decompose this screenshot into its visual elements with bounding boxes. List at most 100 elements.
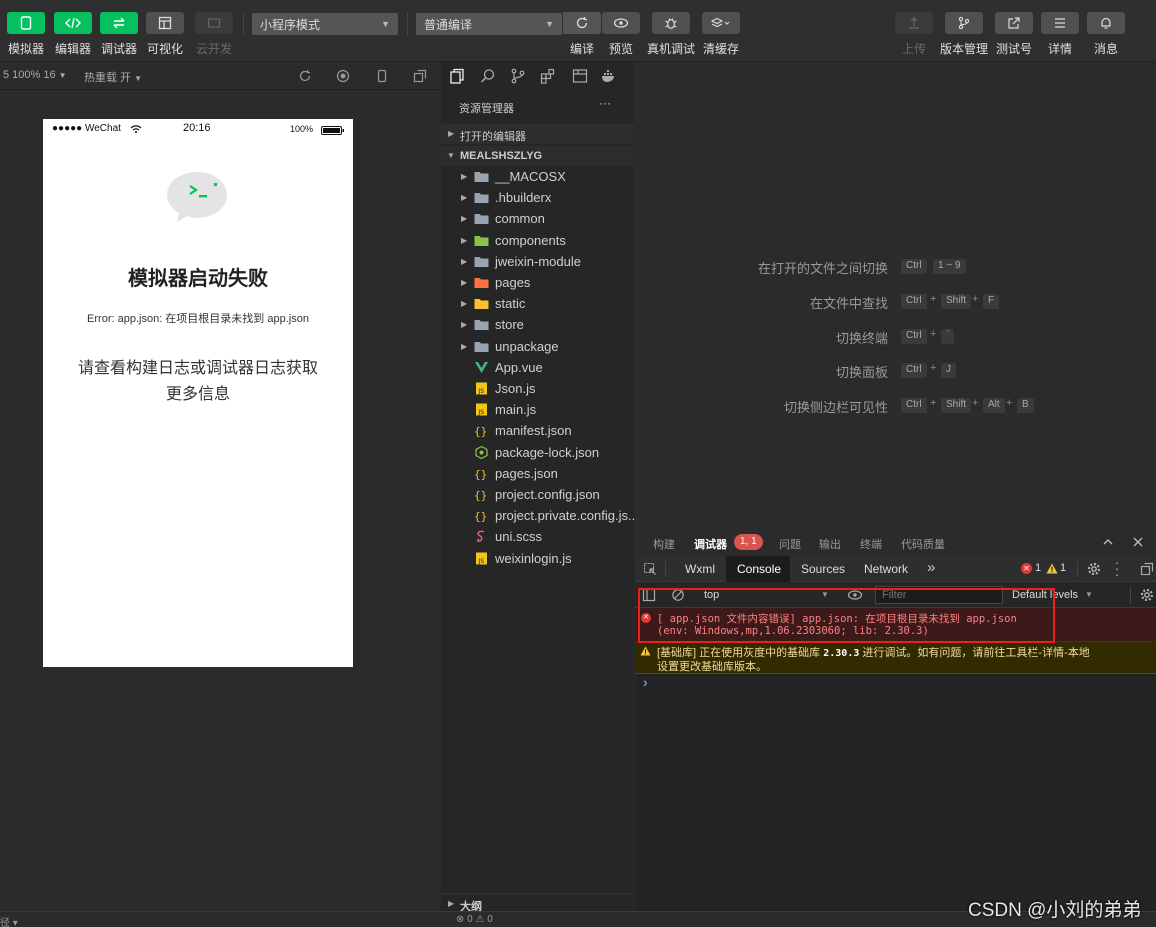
file-tree-item[interactable]: JS main.js xyxy=(441,399,634,420)
divider xyxy=(1077,561,1078,577)
docker-icon[interactable] xyxy=(601,68,617,84)
preview-button[interactable] xyxy=(602,12,640,34)
json-file-icon: {} xyxy=(474,468,487,480)
explorer-more-button[interactable]: ··· xyxy=(599,96,611,110)
eye-icon xyxy=(613,18,629,28)
warning-count[interactable]: 1 xyxy=(1060,562,1066,574)
file-tree-item[interactable]: ▶ unpackage xyxy=(441,336,634,357)
clear-cache-label: 清缓存 xyxy=(702,42,740,56)
problems-indicator[interactable]: ⊗ 0 ⚠ 0 xyxy=(456,914,493,925)
error-icon: ✕ xyxy=(1021,563,1032,574)
panel-tabs-bar: 构建 调试器 1, 1 问题 输出 终端 代码质量 xyxy=(635,528,1156,556)
tab-build[interactable]: 构建 xyxy=(653,536,675,552)
chevron-up-icon[interactable] xyxy=(1102,537,1114,547)
visual-toggle-button[interactable] xyxy=(146,12,184,34)
open-editors-section[interactable]: ▶ 打开的编辑器 xyxy=(441,124,634,144)
folder-icon xyxy=(474,299,489,310)
file-tree-item[interactable]: JS Json.js xyxy=(441,378,634,399)
tab-code-quality[interactable]: 代码质量 xyxy=(901,536,945,552)
console-prompt[interactable]: › xyxy=(643,674,648,690)
file-name: store xyxy=(495,317,524,333)
rotate-icon[interactable] xyxy=(298,69,312,83)
device-zoom-select[interactable]: 5 100% 16 ▼ xyxy=(3,69,67,81)
debug-arrows-icon xyxy=(113,17,125,29)
path-select[interactable]: 径 ▾ xyxy=(0,914,18,927)
battery-percent: 100% xyxy=(290,124,314,134)
file-tree-item[interactable]: ▶ common xyxy=(441,208,634,229)
file-tree-item[interactable]: package-lock.json xyxy=(441,442,634,463)
clear-cache-button[interactable] xyxy=(702,12,740,34)
dock-icon[interactable] xyxy=(1140,562,1154,576)
hot-reload-toggle[interactable]: 热重载 开 ▼ xyxy=(84,69,142,85)
tab-output[interactable]: 输出 xyxy=(819,536,841,552)
shortcut-key: B xyxy=(1017,398,1034,413)
file-tree-item[interactable]: ▶ store xyxy=(441,314,634,335)
more-tabs-button[interactable]: » xyxy=(927,559,935,576)
file-tree-item[interactable]: ▶ __MACOSX xyxy=(441,166,634,187)
source-control-icon[interactable] xyxy=(510,68,526,84)
project-section[interactable]: ▼ MEALSHSZLYG xyxy=(441,146,634,166)
upload-button[interactable] xyxy=(895,12,933,34)
simulator-toggle-button[interactable] xyxy=(7,12,45,34)
console-settings-icon[interactable] xyxy=(1140,588,1154,602)
test-account-button[interactable] xyxy=(995,12,1033,34)
plus-sign: + xyxy=(930,397,937,409)
tab-terminal[interactable]: 终端 xyxy=(860,536,882,552)
subtab-console-label: Console xyxy=(737,562,782,576)
warning-version: 2.30.3 xyxy=(823,648,860,659)
extensions-icon[interactable] xyxy=(540,68,556,84)
shortcut-key: Ctrl xyxy=(901,363,927,378)
debugger-toggle-button[interactable] xyxy=(100,12,138,34)
file-tree-item[interactable]: {} pages.json xyxy=(441,463,634,484)
cloud-dev-button[interactable] xyxy=(195,12,233,34)
file-tree-item[interactable]: JS weixinlogin.js xyxy=(441,548,634,569)
kebab-menu-icon[interactable]: · · · xyxy=(1114,556,1120,581)
error-count[interactable]: 1 xyxy=(1035,562,1041,574)
search-icon[interactable] xyxy=(480,68,496,84)
editor-area: 在打开的文件之间切换 Ctrl 1 ~ 9 在文件中查找 Ctrl + Shift + F 切换终… xyxy=(635,62,1156,528)
tab-debugger[interactable]: 调试器 xyxy=(694,536,727,552)
record-icon[interactable] xyxy=(336,69,350,83)
subtab-wxml[interactable]: Wxml xyxy=(685,562,715,576)
settings-gear-icon[interactable] xyxy=(1087,562,1101,576)
files-icon[interactable] xyxy=(449,68,465,84)
folder-icon xyxy=(474,341,489,352)
file-tree-item[interactable]: ▶ components xyxy=(441,230,634,251)
version-control-label: 版本管理 xyxy=(939,42,989,56)
file-tree-item[interactable]: {} project.private.config.js... xyxy=(441,505,639,526)
console-warning-message[interactable]: [基础库] 正在使用灰度中的基础库 2.30.3 进行调试。如有问题，请前往工具… xyxy=(635,642,1156,674)
messages-button[interactable] xyxy=(1087,12,1125,34)
inspect-element-icon[interactable] xyxy=(643,562,657,576)
mode-select[interactable]: 小程序模式 ▼ xyxy=(252,13,398,35)
file-tree-item[interactable]: {} manifest.json xyxy=(441,420,634,441)
editor-toggle-button[interactable] xyxy=(54,12,92,34)
phone-icon[interactable] xyxy=(375,69,389,83)
file-tree-item[interactable]: ▶ static xyxy=(441,293,634,314)
version-control-button[interactable] xyxy=(945,12,983,34)
file-tree-item[interactable]: ▶ .hbuilderx xyxy=(441,187,634,208)
file-tree-item[interactable]: ▶ jweixin-module xyxy=(441,251,634,272)
file-tree-item[interactable]: {} project.config.json xyxy=(441,484,634,505)
shortcut-row: 在打开的文件之间切换 Ctrl 1 ~ 9 xyxy=(635,256,1156,276)
plus-sign: + xyxy=(972,397,979,409)
file-tree-item[interactable]: ▶ pages xyxy=(441,272,634,293)
outline-section[interactable]: ▶ 大纲 xyxy=(441,893,634,913)
shortcut-key: Shift xyxy=(941,398,972,413)
compile-mode-select[interactable]: 普通编译 ▼ xyxy=(416,13,562,35)
subtab-network[interactable]: Network xyxy=(864,562,908,576)
details-button[interactable] xyxy=(1041,12,1079,34)
file-tree-item[interactable]: uni.scss xyxy=(441,526,634,547)
subtab-console[interactable]: Console xyxy=(726,556,790,582)
svg-text:{}: {} xyxy=(474,425,487,437)
svg-text:{}: {} xyxy=(474,489,487,501)
gallery-icon[interactable] xyxy=(572,68,588,84)
compile-button[interactable] xyxy=(563,12,601,34)
simulator-subbar: 5 100% 16 ▼ 热重载 开 ▼ xyxy=(0,62,440,90)
subtab-sources[interactable]: Sources xyxy=(801,562,845,576)
detach-window-icon[interactable] xyxy=(413,69,427,83)
tab-problems[interactable]: 问题 xyxy=(779,536,801,552)
real-device-debug-button[interactable] xyxy=(652,12,690,34)
file-tree-item[interactable]: App.vue xyxy=(441,357,634,378)
close-icon[interactable] xyxy=(1133,537,1143,547)
phone-screen: ●●●●● WeChat 20:16 100% 模拟器启动失败 Error: a… xyxy=(43,119,353,667)
